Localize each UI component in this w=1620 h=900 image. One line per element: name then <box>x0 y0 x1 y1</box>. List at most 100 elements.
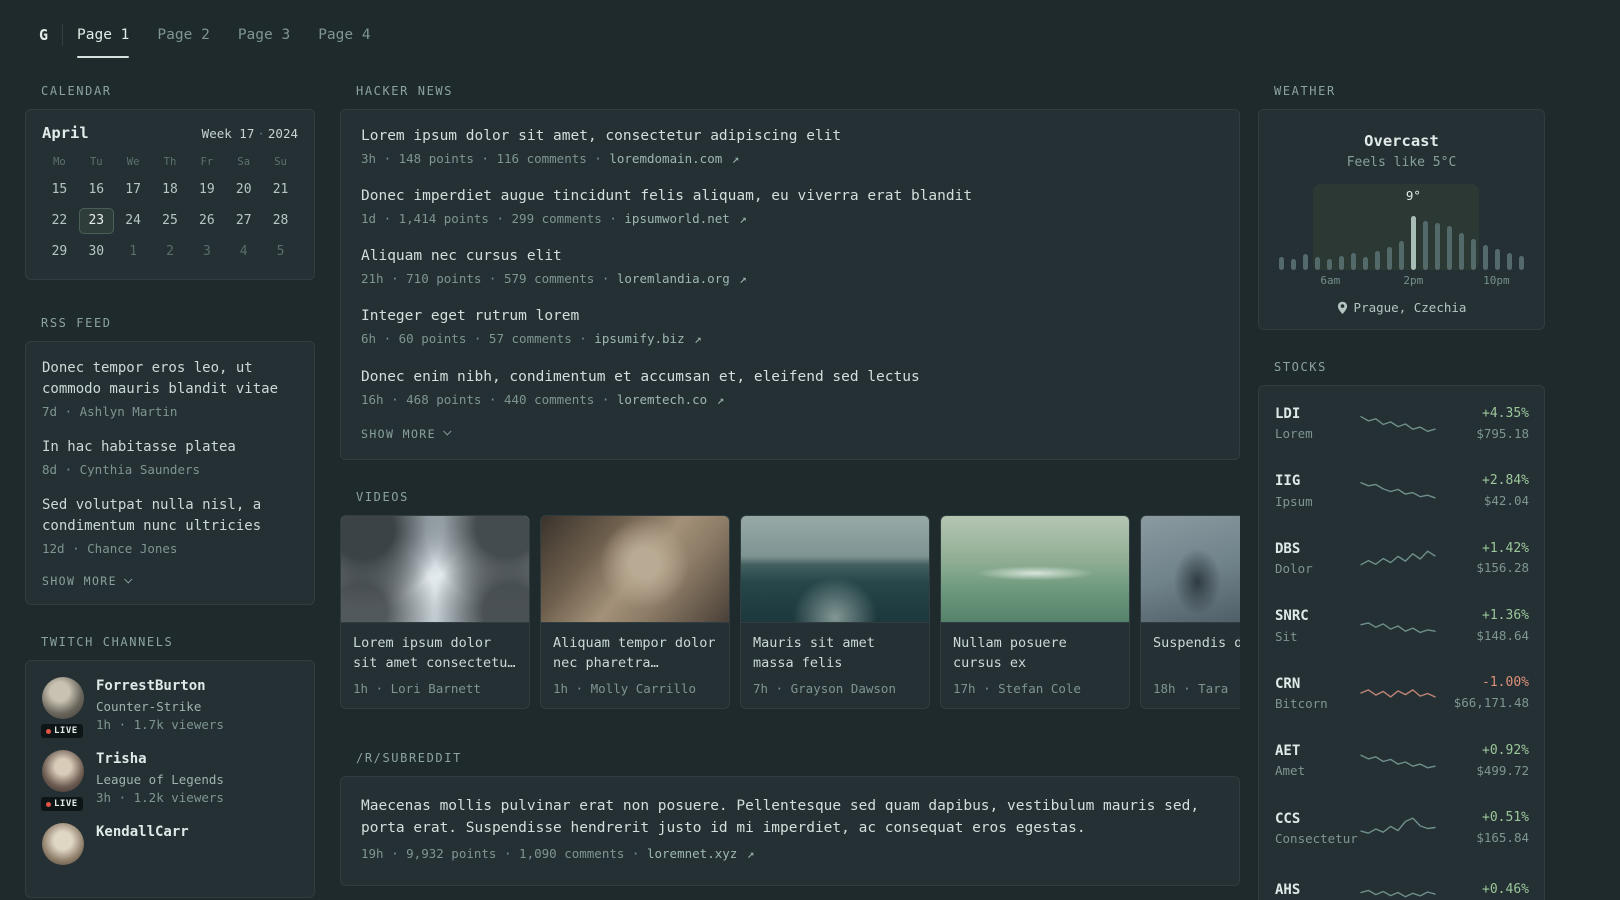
video-card[interactable]: Lorem ipsum dolor sit amet consectetu… 1… <box>340 514 530 709</box>
rss-item-title[interactable]: Sed volutpat nulla nisl, a condimentum n… <box>42 495 298 537</box>
stock-row[interactable]: CRN Bitcorn -1.00% $66,171.48 <box>1275 660 1529 727</box>
stock-row[interactable]: SNRC Sit +1.36% $148.64 <box>1275 592 1529 659</box>
video-title[interactable]: Nullam posuere cursus ex <box>953 633 1117 673</box>
section-title-rss: RSS FEED <box>41 316 112 330</box>
weather-hour-bar <box>1435 223 1440 270</box>
story-title-link[interactable]: Lorem ipsum dolor sit amet, consectetur … <box>361 126 1219 147</box>
stock-values: +0.51% $165.84 <box>1437 810 1529 846</box>
weather-hour-bar <box>1423 220 1428 270</box>
video-card[interactable]: Aliquam tempor dolor nec pharetra… 1h · … <box>540 514 730 709</box>
tab-page-2[interactable]: Page 2 <box>157 12 209 58</box>
time-axis: 6am 2pm 10pm <box>1277 274 1526 289</box>
stock-name: Dolor <box>1275 561 1313 577</box>
stock-symbol: LDI <box>1275 406 1301 422</box>
stock-price: $499.72 <box>1476 762 1529 778</box>
video-thumbnail[interactable] <box>741 515 929 623</box>
stock-change: +0.46% <box>1482 882 1529 898</box>
weather-hour-bar <box>1375 250 1380 270</box>
stock-values: +2.84% $42.04 <box>1437 473 1529 509</box>
story-title-link[interactable]: Donec enim nibh, condimentum et accumsan… <box>361 367 1219 388</box>
show-more-button[interactable]: SHOW MORE <box>361 427 452 441</box>
calendar-day-header: Su <box>274 156 287 168</box>
stock-row[interactable]: AHS +0.46% <box>1275 862 1529 900</box>
stock-row[interactable]: LDI Lorem +4.35% $795.18 <box>1275 390 1529 457</box>
stock-values: +1.36% $148.64 <box>1437 608 1529 644</box>
hackernews-item: Donec imperdiet augue tincidunt felis al… <box>361 186 1219 228</box>
stock-change: +2.84% <box>1482 473 1529 489</box>
channel-name[interactable]: Trisha <box>96 750 224 768</box>
post-domain-link[interactable]: loremnet.xyz ↗ <box>647 846 754 861</box>
story-stats: 21h · 710 points · 579 comments · <box>361 271 617 287</box>
stock-name: Ipsum <box>1275 493 1313 509</box>
stock-sparkline <box>1360 817 1436 835</box>
stock-row[interactable]: CCS Consectetur +0.51% $165.84 <box>1275 795 1529 862</box>
rss-item-title[interactable]: Donec tempor eros leo, ut commodo mauris… <box>42 358 298 400</box>
video-thumbnail[interactable] <box>1141 515 1240 623</box>
weather-condition: Overcast <box>1364 132 1439 150</box>
avatar <box>42 750 84 793</box>
live-badge: LIVE <box>41 724 83 739</box>
story-title-link[interactable]: Aliquam nec cursus elit <box>361 246 1219 267</box>
tab-page-4[interactable]: Page 4 <box>318 12 370 58</box>
story-domain-link[interactable]: loremtech.co ↗ <box>617 392 724 407</box>
post-domain: loremnet.xyz <box>646 845 738 861</box>
dashboard-columns: CALENDAR April Week 17 · 2024 Mo Tu We Th Fr Sa… <box>25 84 1595 900</box>
video-meta: 17h · Stefan Cole <box>953 680 1081 696</box>
stock-row[interactable]: AET Amet +0.92% $499.72 <box>1275 727 1529 794</box>
time-axis-label: 6am <box>1320 274 1341 287</box>
show-more-button[interactable]: SHOW MORE <box>42 574 133 588</box>
story-domain-link[interactable]: loremlandia.org ↗ <box>617 271 747 286</box>
stock-symbol: DBS <box>1275 540 1301 557</box>
stocks-widget: STOCKS LDI Lorem +4.35% $795.18 IIG Ipsu… <box>1258 360 1545 900</box>
video-thumbnail[interactable] <box>341 515 529 623</box>
calendar-grid: Mo Tu We Th Fr Sa Su 15 16 17 18 19 20 21 22 23 24 25 26 27… <box>42 156 298 265</box>
video-title[interactable]: Mauris sit amet massa felis <box>753 633 917 673</box>
dashboard-page: G Page 1 Page 2 Page 3 Page 4 CALENDAR A… <box>0 0 1620 900</box>
stock-sparkline <box>1360 550 1436 565</box>
stock-row[interactable]: IIG Ipsum +2.84% $42.04 <box>1275 457 1529 524</box>
story-domain-link[interactable]: ipsumworld.net ↗ <box>624 211 746 226</box>
stocks-card: LDI Lorem +4.35% $795.18 IIG Ipsum +2.84… <box>1258 385 1545 900</box>
video-thumbnail[interactable] <box>541 515 729 623</box>
subreddit-widget: /R/SUBREDDIT Maecenas mollis pulvinar er… <box>340 751 1240 886</box>
video-card[interactable]: Mauris sit amet massa felis 7h · Grayson… <box>740 514 930 709</box>
story-domain-link[interactable]: ipsumify.biz ↗ <box>594 331 701 346</box>
video-title[interactable]: Suspendis diam <box>1153 633 1240 673</box>
story-title-link[interactable]: Donec imperdiet augue tincidunt felis al… <box>361 186 1219 207</box>
calendar-day: 28 <box>272 213 289 228</box>
post-title-link[interactable]: Maecenas mollis pulvinar erat non posuer… <box>361 795 1219 840</box>
live-label: LIVE <box>54 726 78 737</box>
twitch-channel[interactable]: LIVE Trisha League of Legends 3h · 1.2k … <box>41 750 298 812</box>
external-link-icon: ↗ <box>716 391 725 407</box>
stock-row[interactable]: DBS Dolor +1.42% $156.28 <box>1275 525 1529 592</box>
app-logo[interactable]: G <box>25 12 58 58</box>
section-title-stocks: STOCKS <box>1274 360 1327 374</box>
tab-page-1[interactable]: Page 1 <box>77 12 130 58</box>
channel-name[interactable]: KendallCarr <box>96 823 189 841</box>
video-title[interactable]: Aliquam tempor dolor nec pharetra… <box>553 633 717 673</box>
twitch-widget: TWITCH CHANNELS LIVE ForrestBurton Count… <box>25 635 315 899</box>
channel-info: Trisha League of Legends 3h · 1.2k viewe… <box>96 750 224 807</box>
channel-name[interactable]: ForrestBurton <box>96 677 224 695</box>
video-card[interactable]: Suspendis diam 18h · Tara <box>1140 514 1240 709</box>
chevron-down-icon <box>442 427 452 436</box>
stock-id: DBS Dolor <box>1275 540 1359 577</box>
video-card[interactable]: Nullam posuere cursus ex 17h · Stefan Co… <box>940 514 1130 709</box>
story-domain-link[interactable]: loremdomain.com ↗ <box>609 151 739 166</box>
story-meta: 6h · 60 points · 57 comments · ipsumify.… <box>361 330 1219 348</box>
twitch-channel[interactable]: KendallCarr <box>42 823 298 866</box>
stock-name: Lorem <box>1275 426 1313 442</box>
video-thumbnail[interactable] <box>941 515 1129 623</box>
calendar-day: 17 <box>125 182 141 197</box>
live-label: LIVE <box>54 799 78 810</box>
right-column: WEATHER Overcast Feels like 5°C 9° 6am 2p… <box>1258 84 1545 900</box>
story-title-link[interactable]: Integer eget rutrum lorem <box>361 306 1219 327</box>
weather-hour-bar <box>1459 233 1464 270</box>
tab-page-3[interactable]: Page 3 <box>238 12 290 58</box>
story-domain: loremdomain.com <box>609 151 723 167</box>
video-title[interactable]: Lorem ipsum dolor sit amet consectetu… <box>353 633 517 673</box>
rss-item-title[interactable]: In hac habitasse platea <box>42 437 298 458</box>
stock-price: $156.28 <box>1476 560 1529 576</box>
twitch-channel[interactable]: LIVE ForrestBurton Counter-Strike 1h · 1… <box>41 677 298 739</box>
story-domain: loremlandia.org <box>616 271 730 287</box>
